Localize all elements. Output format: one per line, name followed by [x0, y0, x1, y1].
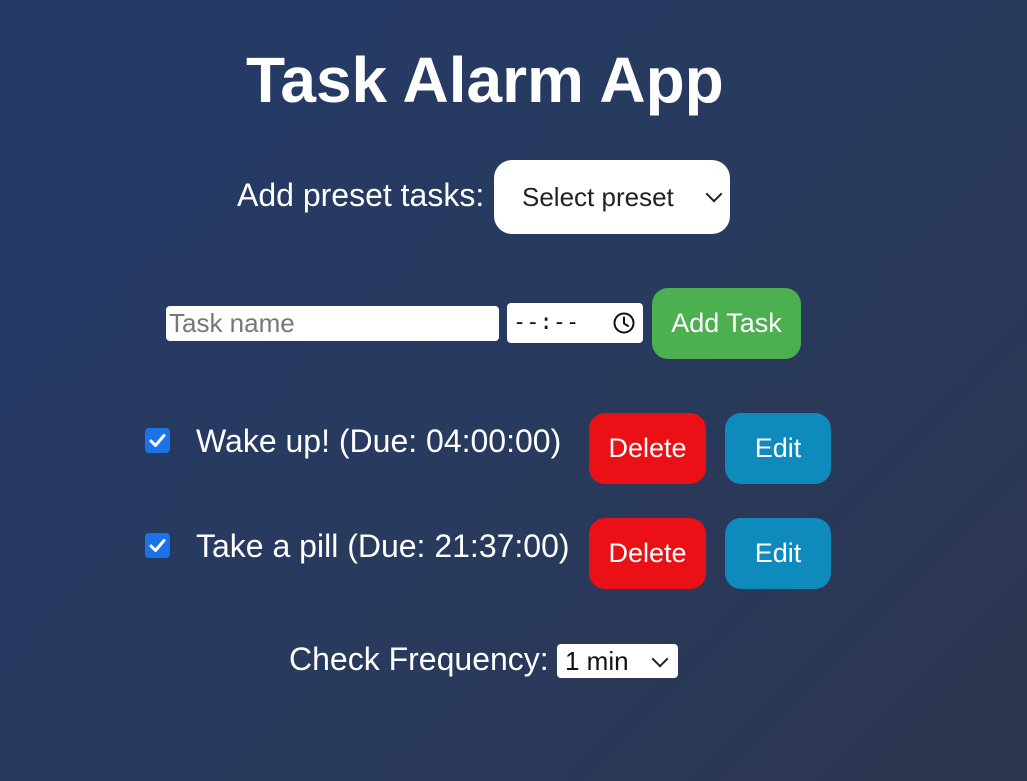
task-name-input[interactable]: Task name: [166, 306, 499, 341]
checkmark-icon: [149, 434, 166, 447]
task-checkbox[interactable]: [145, 428, 170, 453]
preset-select-value: Select preset: [522, 181, 674, 212]
clock-icon[interactable]: [613, 312, 635, 334]
chevron-down-icon: [651, 650, 669, 668]
task-label: Wake up! (Due: 04:00:00): [196, 423, 562, 459]
app-title: Task Alarm App: [246, 44, 724, 116]
task-name-placeholder: Task name: [169, 308, 295, 338]
check-frequency-select[interactable]: 1 min: [557, 644, 678, 678]
delete-task-button[interactable]: Delete: [589, 518, 706, 589]
preset-select[interactable]: Select preset: [494, 160, 730, 234]
preset-label: Add preset tasks:: [237, 177, 485, 213]
delete-task-button[interactable]: Delete: [589, 413, 706, 484]
task-time-placeholder: --:--: [513, 310, 580, 335]
add-task-button[interactable]: Add Task: [652, 288, 801, 359]
edit-task-button[interactable]: Edit: [725, 413, 831, 484]
checkmark-icon: [149, 539, 166, 552]
check-frequency-value: 1 min: [565, 646, 629, 676]
task-label: Take a pill (Due: 21:37:00): [196, 528, 570, 564]
task-time-input[interactable]: --:--: [507, 303, 643, 343]
check-frequency-label: Check Frequency:: [289, 641, 549, 677]
edit-task-button[interactable]: Edit: [725, 518, 831, 589]
task-checkbox[interactable]: [145, 533, 170, 558]
chevron-down-icon: [705, 185, 723, 203]
